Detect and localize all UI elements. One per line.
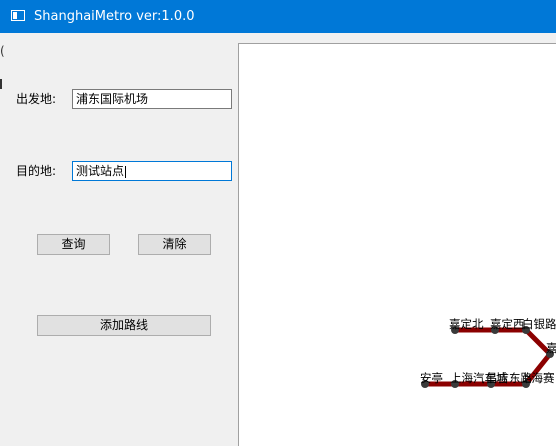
origin-input-value: 浦东国际机场	[76, 92, 149, 106]
clipped-edge-glyph: (	[0, 44, 5, 58]
station-label: 嘉定西	[490, 317, 525, 331]
clipped-edge-mark	[0, 79, 2, 89]
window-title: ShanghaiMetro ver:1.0.0	[34, 9, 195, 24]
station-label: 白银路	[522, 317, 556, 331]
destination-input-value: 测试站点	[76, 164, 125, 178]
station-label: 嘉	[546, 341, 556, 355]
title-bar: ShanghaiMetro ver:1.0.0	[0, 0, 556, 33]
add-route-button[interactable]: 添加路线	[37, 315, 211, 336]
destination-label: 目的地:	[16, 164, 57, 178]
station-label: 安亭	[420, 371, 443, 385]
station-label: 嘉定北	[449, 317, 484, 331]
text-caret	[125, 165, 127, 178]
metro-map: 嘉定北 嘉定西 白银路 嘉 安亭 上海汽车城 昌吉东路 上海赛	[420, 317, 556, 388]
query-button[interactable]: 查询	[37, 234, 110, 255]
station-label: 上海赛	[520, 371, 555, 385]
metro-map-canvas[interactable]: 嘉定北 嘉定西 白银路 嘉 安亭 上海汽车城 昌吉东路 上海赛	[238, 43, 556, 446]
destination-input[interactable]: 测试站点	[72, 161, 232, 181]
origin-input[interactable]: 浦东国际机场	[72, 89, 232, 109]
clear-button[interactable]: 清除	[138, 234, 211, 255]
origin-label: 出发地:	[16, 92, 57, 106]
app-window-icon	[11, 10, 25, 21]
